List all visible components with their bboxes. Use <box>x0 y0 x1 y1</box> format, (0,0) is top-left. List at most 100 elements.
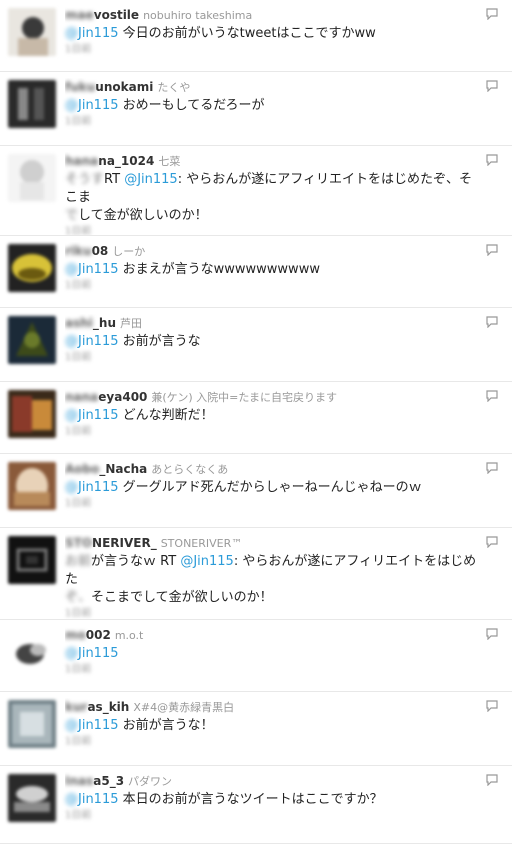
tweet-text: @Jin115 <box>65 645 482 663</box>
tweet-item: Inasa5_3 パダワン @Jin115 本日のお前が言うなツイートはここですか… <box>0 766 512 844</box>
tweet-text: @Jin115 おめーもしてるだろーが <box>65 98 265 113</box>
full-name: X#4@黄赤緑青黒白 <box>133 701 235 714</box>
tweet-text: @Jin115 グーグルアド死んだからしゃーねーんじゃねーのｗ <box>65 480 422 495</box>
tweet-text: @Jin115 お前が言うな！ <box>65 718 214 733</box>
avatar[interactable] <box>8 244 56 292</box>
reply-icon[interactable] <box>486 316 498 328</box>
tweet-text: お前が言うなｗ RT @Jin115: やらおんが遂にアフィリエイトをはじめたぞ… <box>65 554 477 605</box>
author-line: fukuunokami たくや <box>65 78 482 97</box>
screen-name[interactable]: ashi_hu <box>65 316 116 330</box>
screen-name[interactable]: nanaeya400 <box>65 390 147 404</box>
mention-link[interactable]: @Jin115 <box>65 718 119 733</box>
reply-icon[interactable] <box>486 154 498 166</box>
tweet-item: maevostile nobuhiro takeshima @Jin115 今日の… <box>0 0 512 72</box>
timestamp[interactable]: 1日前 <box>65 809 482 823</box>
mention-link[interactable]: @Jin115 <box>65 408 119 423</box>
author-line: STONERIVER_ STONERIVER™ <box>65 534 482 553</box>
timestamp[interactable]: 1日前 <box>65 225 482 235</box>
tweet-item: Aobo_Nacha あとらくなくあ @Jin115 グーグルアド死んだからしゃー… <box>0 454 512 528</box>
full-name: STONERIVER™ <box>160 537 243 550</box>
avatar[interactable] <box>8 390 56 438</box>
screen-name[interactable]: Aobo_Nacha <box>65 462 147 476</box>
mention-link[interactable]: @Jin115 <box>124 172 178 187</box>
full-name: m.o.t <box>114 629 144 642</box>
avatar[interactable] <box>8 316 56 364</box>
reply-icon[interactable] <box>486 462 498 474</box>
timestamp[interactable]: 1日前 <box>65 735 482 749</box>
mention-link[interactable]: @Jin115 <box>65 26 119 41</box>
reply-icon[interactable] <box>486 390 498 402</box>
tweet-text: @Jin115 おまえが言うなwwwwwwwwww <box>65 262 320 277</box>
tweet-item: kuras_kih X#4@黄赤緑青黒白 @Jin115 お前が言うな！ 1日前 <box>0 692 512 766</box>
tweet-feed: maevostile nobuhiro takeshima @Jin115 今日の… <box>0 0 512 844</box>
screen-name[interactable]: STONERIVER_ <box>65 536 157 550</box>
tweet-item: ashi_hu 芦田 @Jin115 お前が言うな 1日前 <box>0 308 512 382</box>
screen-name[interactable]: kuras_kih <box>65 700 129 714</box>
screen-name[interactable]: mo002 <box>65 628 111 642</box>
author-line: hanana_1024 七菜 <box>65 152 482 171</box>
author-line: maevostile nobuhiro takeshima <box>65 6 482 25</box>
screen-name[interactable]: hanana_1024 <box>65 154 154 168</box>
full-name: パダワン <box>128 775 173 788</box>
mention-link[interactable]: @Jin115 <box>65 98 119 113</box>
avatar[interactable] <box>8 536 56 584</box>
screen-name[interactable]: maevostile <box>65 8 139 22</box>
screen-name[interactable]: fukuunokami <box>65 80 153 94</box>
tweet-text: @Jin115 今日のお前がいうなtweetはここですかww <box>65 26 376 41</box>
screen-name[interactable]: riku08 <box>65 244 108 258</box>
screen-name[interactable]: Inasa5_3 <box>65 774 124 788</box>
tweet-item: riku08 しーか @Jin115 おまえが言うなwwwwwwwwww 1日前 <box>0 236 512 308</box>
mention-link[interactable]: @Jin115 <box>65 334 119 349</box>
mention-link[interactable]: @Jin115 <box>180 554 234 569</box>
author-line: mo002 m.o.t <box>65 626 482 645</box>
tweet-item: hanana_1024 七菜 そうすRT @Jin115: やらおんが遂にアフィリ… <box>0 146 512 236</box>
tweet-item: mo002 m.o.t @Jin115 1日前 <box>0 620 512 692</box>
reply-icon[interactable] <box>486 8 498 20</box>
avatar[interactable] <box>8 700 56 748</box>
reply-icon[interactable] <box>486 80 498 92</box>
full-name: 芦田 <box>120 317 142 330</box>
mention-link[interactable]: @Jin115 <box>65 646 119 661</box>
author-line: Aobo_Nacha あとらくなくあ <box>65 460 482 479</box>
timestamp[interactable]: 1日前 <box>65 279 482 293</box>
reply-icon[interactable] <box>486 536 498 548</box>
full-name: nobuhiro takeshima <box>143 9 253 22</box>
timestamp[interactable]: 1日前 <box>65 663 482 677</box>
mention-link[interactable]: @Jin115 <box>65 792 119 807</box>
avatar[interactable] <box>8 628 56 676</box>
timestamp[interactable]: 1日前 <box>65 351 482 365</box>
full-name: たくや <box>157 81 191 94</box>
mention-link[interactable]: @Jin115 <box>65 480 119 495</box>
tweet-text: そうすRT @Jin115: やらおんが遂にアフィリエイトをはじめたぞ、そこまで… <box>65 172 472 223</box>
reply-icon[interactable] <box>486 244 498 256</box>
avatar[interactable] <box>8 774 56 822</box>
tweet-text: @Jin115 お前が言うな <box>65 334 201 349</box>
full-name: 兼(ケン) 入院中=たまに自宅戻ります <box>151 391 338 404</box>
tweet-text: @Jin115 本日のお前が言うなツイートはここですか？ <box>65 792 383 807</box>
full-name: しーか <box>112 245 146 258</box>
author-line: Inasa5_3 パダワン <box>65 772 482 791</box>
timestamp[interactable]: 1日前 <box>65 115 482 129</box>
reply-icon[interactable] <box>486 774 498 786</box>
author-line: kuras_kih X#4@黄赤緑青黒白 <box>65 698 482 717</box>
tweet-item: STONERIVER_ STONERIVER™ お前が言うなｗ RT @Jin11… <box>0 528 512 620</box>
avatar[interactable] <box>8 462 56 510</box>
full-name: あとらくなくあ <box>151 463 229 476</box>
timestamp[interactable]: 1日前 <box>65 607 482 619</box>
author-line: riku08 しーか <box>65 242 482 261</box>
mention-link[interactable]: @Jin115 <box>65 262 119 277</box>
reply-icon[interactable] <box>486 700 498 712</box>
full-name: 七菜 <box>158 155 181 168</box>
timestamp[interactable]: 1日前 <box>65 43 482 57</box>
author-line: ashi_hu 芦田 <box>65 314 482 333</box>
tweet-item: nanaeya400 兼(ケン) 入院中=たまに自宅戻ります @Jin115 どん… <box>0 382 512 454</box>
author-line: nanaeya400 兼(ケン) 入院中=たまに自宅戻ります <box>65 388 482 407</box>
avatar[interactable] <box>8 80 56 128</box>
avatar[interactable] <box>8 8 56 56</box>
timestamp[interactable]: 1日前 <box>65 425 482 439</box>
tweet-item: fukuunokami たくや @Jin115 おめーもしてるだろーが 1日前 <box>0 72 512 146</box>
reply-icon[interactable] <box>486 628 498 640</box>
tweet-text: @Jin115 どんな判断だ！ <box>65 408 214 423</box>
timestamp[interactable]: 1日前 <box>65 497 482 511</box>
avatar[interactable] <box>8 154 56 202</box>
